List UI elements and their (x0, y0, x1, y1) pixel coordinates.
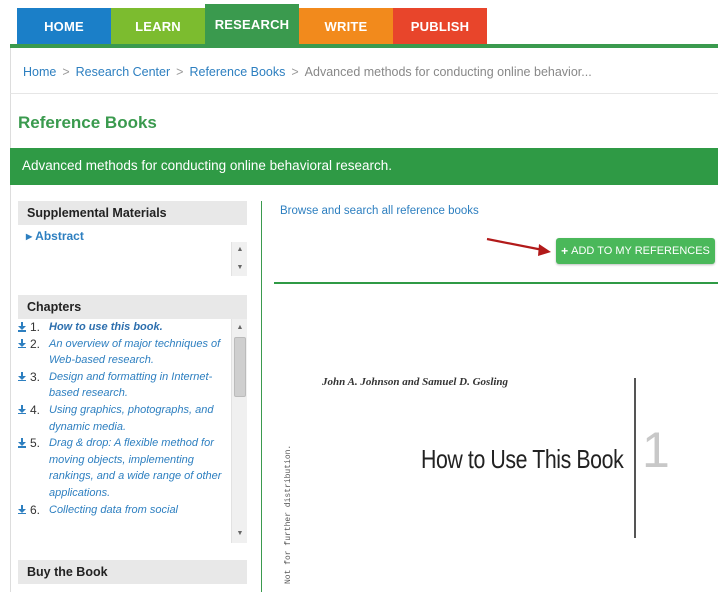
chapter-number: 5. (30, 436, 41, 451)
chapter-number: 4. (30, 402, 41, 417)
book-title-banner: Advanced methods for conducting online b… (10, 148, 718, 185)
chapter-title[interactable]: An overview of major techniques of Web-b… (49, 338, 220, 367)
breadcrumb-reference-books[interactable]: Reference Books (189, 65, 285, 79)
tab-write[interactable]: WRITE (299, 8, 393, 45)
scrollbar-thumb[interactable] (234, 337, 246, 397)
chapter-title[interactable]: Using graphics, photographs, and dynamic… (49, 404, 214, 433)
red-arrow-annotation (486, 237, 551, 256)
chapters-scrollbar[interactable]: ▲ ▼ (231, 319, 247, 543)
chapter-divider-bar (634, 378, 636, 538)
supplemental-scrollbar[interactable]: ▲ ▼ (231, 242, 247, 276)
breadcrumb-home[interactable]: Home (23, 65, 56, 79)
chapter-number: 3. (30, 369, 41, 384)
chapter-item[interactable]: 3. Design and formatting in Internet-bas… (18, 369, 247, 402)
chapter-number: 1. (30, 320, 41, 334)
buy-book-heading: Buy the Book (18, 560, 247, 584)
breadcrumb-current: Advanced methods for conducting online b… (304, 65, 592, 79)
breadcrumb-bar: Home > Research Center > Reference Books > Adv… (10, 48, 718, 94)
scroll-up-icon[interactable]: ▲ (232, 243, 248, 257)
distribution-note: Not for further distribution. (284, 444, 293, 584)
banner-title: Advanced methods for conducting online b… (22, 158, 392, 173)
breadcrumb-research-center[interactable]: Research Center (76, 65, 171, 79)
column-divider (261, 201, 262, 592)
breadcrumb-separator: > (62, 65, 70, 79)
chapter-title[interactable]: Collecting data from social (49, 504, 178, 516)
plus-icon: + (561, 244, 569, 258)
breadcrumb-separator: > (291, 65, 299, 79)
chapter-title[interactable]: How to use this book. (49, 321, 163, 333)
chapter-item[interactable]: 4. Using graphics, photographs, and dyna… (18, 402, 247, 435)
abstract-link[interactable]: ▶ Abstract (26, 229, 84, 243)
breadcrumb: Home > Research Center > Reference Books > Adv… (23, 65, 592, 79)
scroll-up-icon[interactable]: ▲ (232, 321, 247, 335)
tab-home[interactable]: HOME (17, 8, 111, 45)
caret-right-icon: ▶ (26, 232, 33, 241)
chapter-item[interactable]: 5. Drag & drop: A flexible method for mo… (18, 435, 247, 501)
chapter-title[interactable]: Design and formatting in Internet-based … (49, 371, 212, 400)
tab-research[interactable]: RESEARCH (205, 4, 299, 45)
main-nav-tabs: HOME LEARN RESEARCH WRITE PUBLISH (17, 4, 487, 45)
breadcrumb-separator: > (176, 65, 184, 79)
chapters-heading: Chapters (18, 295, 247, 319)
browse-reference-books-link[interactable]: Browse and search all reference books (280, 205, 479, 217)
chapter-item[interactable]: 1. How to use this book. (18, 319, 247, 336)
abstract-label: Abstract (35, 229, 84, 243)
tab-learn[interactable]: LEARN (111, 8, 205, 45)
page-title: Reference Books (18, 113, 157, 132)
chapters-list: 1. How to use this book. 2. An overview … (18, 319, 247, 543)
add-to-my-references-button[interactable]: + ADD TO MY REFERENCES (556, 238, 715, 264)
supplemental-list: ▶ Abstract ▲ ▼ (18, 226, 247, 276)
chapter-item[interactable]: 6. Collecting data from social (18, 502, 247, 519)
chapter-number-large: 1 (642, 422, 670, 478)
book-page-preview: John A. Johnson and Samuel D. Gosling Ho… (274, 284, 718, 592)
book-chapter-title: How to Use This Book (421, 444, 624, 474)
add-button-label: ADD TO MY REFERENCES (571, 245, 710, 257)
chapter-number: 2. (30, 336, 41, 351)
book-authors: John A. Johnson and Samuel D. Gosling (322, 376, 509, 388)
supplemental-heading: Supplemental Materials (18, 201, 247, 225)
tab-publish[interactable]: PUBLISH (393, 8, 487, 45)
scroll-down-icon[interactable]: ▼ (232, 261, 248, 275)
chapter-title[interactable]: Drag & drop: A flexible method for movin… (49, 437, 221, 499)
chapter-number: 6. (30, 502, 41, 517)
scroll-down-icon[interactable]: ▼ (232, 527, 247, 541)
chapter-item[interactable]: 2. An overview of major techniques of We… (18, 336, 247, 369)
